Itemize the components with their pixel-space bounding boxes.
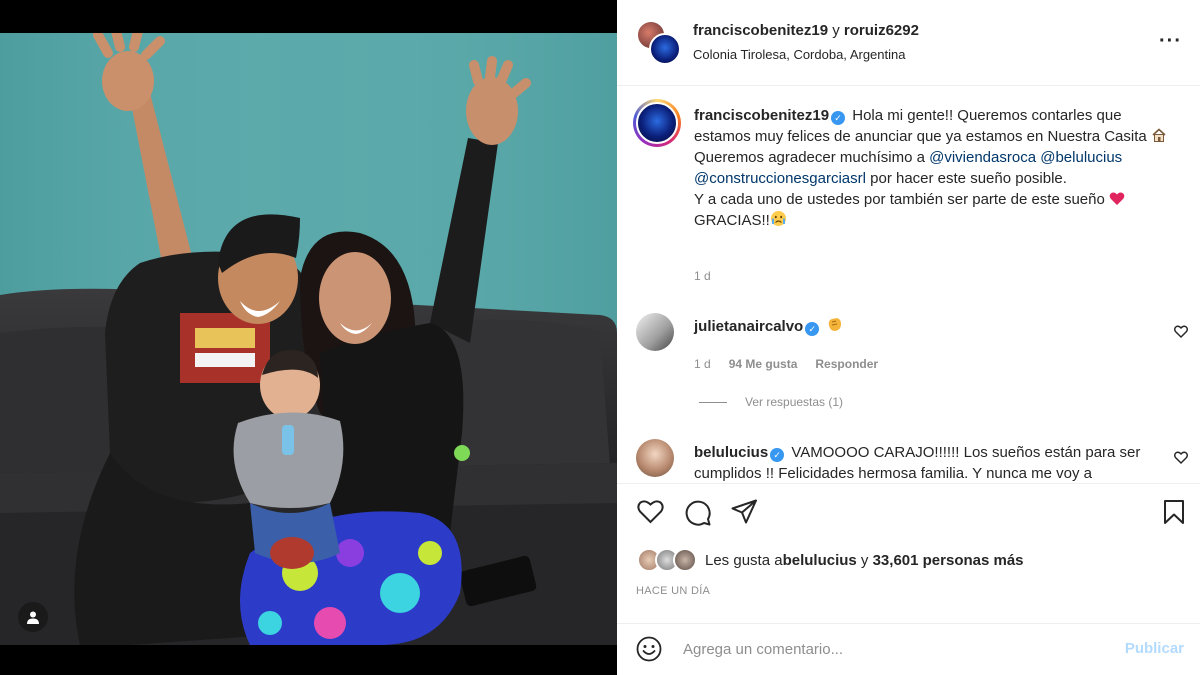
- crying-emoji-icon: [770, 211, 786, 226]
- mention-belulucius[interactable]: @belulucius: [1040, 149, 1122, 166]
- bookmark-icon[interactable]: [1163, 499, 1185, 525]
- likes-user[interactable]: belulucius: [783, 552, 857, 569]
- post-photo[interactable]: [0, 33, 617, 645]
- avatar-franciscobenitez19[interactable]: [649, 33, 681, 65]
- comment-time: 1 d: [694, 357, 711, 371]
- photo-pane: [0, 0, 617, 675]
- likes-summary: Les gusta a belulucius y 33,601 personas…: [637, 548, 1024, 572]
- comment-avatar[interactable]: [636, 313, 674, 351]
- caption-avatar[interactable]: [633, 99, 681, 147]
- likes-middle: y: [856, 551, 873, 569]
- like-comment-heart-icon[interactable]: [1174, 325, 1188, 338]
- post-header: franciscobenitez19 y roruiz6292 Colonia …: [617, 0, 1200, 86]
- verified-badge-icon: ✓: [805, 322, 820, 336]
- likes-count[interactable]: 33,601 personas más: [873, 552, 1024, 569]
- more-options-icon[interactable]: ···: [1159, 30, 1182, 53]
- caption-username[interactable]: franciscobenitez19: [694, 107, 829, 124]
- likes-prefix: Les gusta a: [705, 551, 783, 569]
- add-comment-bar: Publicar: [617, 623, 1200, 675]
- comments-scroll-area[interactable]: franciscobenitez19 ✓ Hola mi gente!! Quer…: [617, 87, 1200, 483]
- caption-line4: GRACIAS!!: [694, 212, 770, 229]
- collab-avatars[interactable]: [636, 20, 681, 65]
- comment-avatar[interactable]: [636, 439, 674, 477]
- clapping-emoji-icon: [829, 318, 842, 331]
- like-heart-icon[interactable]: [637, 499, 664, 524]
- comment-username[interactable]: belulucius: [694, 444, 768, 461]
- comment-input[interactable]: [683, 634, 1103, 664]
- post-side-panel: franciscobenitez19 y roruiz6292 Colonia …: [617, 0, 1200, 675]
- publish-button[interactable]: Publicar: [1125, 640, 1184, 657]
- comment-text: julietanaircalvo ✓: [694, 316, 1154, 337]
- caption-line2-suffix: por hacer este sueño posible.: [865, 170, 1067, 187]
- comment-icon[interactable]: [684, 499, 711, 526]
- family-photo-illustration: [0, 33, 617, 645]
- view-replies-label: Ver respuestas (1): [745, 395, 844, 409]
- post-caption: franciscobenitez19 ✓ Hola mi gente!! Quer…: [694, 105, 1174, 231]
- caption-line2-prefix: Queremos agradecer muchísimo a: [694, 149, 930, 166]
- mention-construccionesgarciasrl[interactable]: @construccionesgarciasrl: [694, 170, 866, 187]
- location-link[interactable]: Colonia Tirolesa, Cordoba, Argentina: [693, 47, 905, 62]
- caption-line3: Y a cada uno de ustedes por también ser …: [694, 191, 1105, 208]
- verified-badge-icon: ✓: [770, 448, 785, 462]
- comment-likes[interactable]: 94 Me gusta: [729, 357, 798, 371]
- mention-viviendasroca[interactable]: @viviendasroca: [929, 149, 1036, 166]
- comment-text: belulucius ✓ VAMOOOO CARAJO!!!!!! Los sue…: [694, 442, 1154, 483]
- verified-badge-icon: ✓: [831, 111, 846, 125]
- header-user-secondary[interactable]: roruiz6292: [844, 22, 919, 39]
- header-connector: y: [828, 22, 844, 39]
- likers-avatars[interactable]: [637, 548, 699, 572]
- caption-time: 1 d: [694, 269, 711, 283]
- comment-username[interactable]: julietanaircalvo: [694, 318, 803, 335]
- header-user-primary[interactable]: franciscobenitez19: [693, 22, 828, 39]
- replies-divider: [699, 401, 727, 403]
- house-emoji-icon: [1152, 128, 1166, 142]
- heart-emoji-icon: [1109, 192, 1125, 205]
- emoji-icon[interactable]: [636, 636, 662, 662]
- header-usernames: franciscobenitez19 y roruiz6292: [693, 22, 919, 39]
- view-replies-button[interactable]: Ver respuestas (1): [699, 395, 843, 409]
- share-icon[interactable]: [731, 499, 758, 524]
- comment-meta: 1 d 94 Me gusta Responder: [694, 357, 878, 371]
- reply-button[interactable]: Responder: [815, 357, 878, 371]
- like-comment-heart-icon[interactable]: [1174, 451, 1188, 464]
- post-actions: Les gusta a belulucius y 33,601 personas…: [617, 483, 1200, 623]
- post-time-ago: HACE UN DÍA: [636, 585, 711, 597]
- user-tag-button[interactable]: [18, 602, 48, 632]
- user-tag-icon: [27, 611, 39, 624]
